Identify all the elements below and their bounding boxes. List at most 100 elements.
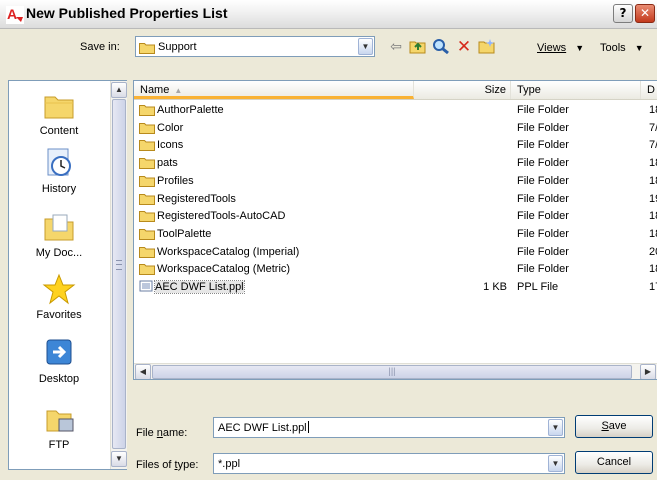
chevron-down-icon[interactable]: ▼: [358, 38, 373, 55]
file-row[interactable]: AuthorPalette File Folder 18: [134, 102, 657, 119]
file-date: 7/: [649, 121, 657, 134]
file-row[interactable]: Profiles File Folder 18: [134, 173, 657, 190]
file-size: 1 KB: [483, 281, 507, 293]
place-history[interactable]: History: [9, 147, 109, 195]
save-button[interactable]: Save: [575, 415, 653, 438]
file-date: 18: [649, 263, 657, 276]
scroll-right-icon[interactable]: ▶: [640, 364, 656, 379]
horizontal-scrollbar[interactable]: ◀ ||| ▶: [134, 363, 657, 379]
file-row[interactable]: WorkspaceCatalog (Imperial) File Folder 20: [134, 244, 657, 261]
favorites-star-icon: [42, 273, 76, 305]
file-date: 7/: [649, 139, 657, 152]
file-type: File Folder: [517, 104, 569, 116]
file-date: 18: [649, 104, 657, 116]
file-type-dropdown[interactable]: *.ppl ▼: [213, 453, 565, 474]
file-row[interactable]: pats File Folder 18: [134, 155, 657, 172]
file-type: File Folder: [517, 139, 569, 152]
file-type: PPL File: [517, 281, 559, 293]
file-type: File Folder: [517, 157, 569, 170]
file-row[interactable]: Color File Folder 7/: [134, 120, 657, 137]
folder-icon: [139, 43, 155, 54]
tools-menu[interactable]: Tools ▼: [600, 42, 644, 54]
file-date: 19: [649, 192, 657, 205]
file-type: File Folder: [517, 192, 569, 205]
file-type-label: Files of type:: [136, 459, 199, 471]
search-web-icon[interactable]: [431, 38, 451, 56]
file-row[interactable]: AEC DWF List.ppl 1 KB PPL File 17: [134, 279, 657, 296]
cancel-button[interactable]: Cancel: [575, 451, 653, 474]
file-type: File Folder: [517, 263, 569, 276]
delete-icon[interactable]: ✕: [454, 38, 474, 56]
column-header-date[interactable]: D: [641, 81, 657, 99]
chevron-down-icon[interactable]: ▼: [548, 419, 563, 436]
place-label: My Doc...: [35, 247, 83, 259]
file-row[interactable]: RegisteredTools-AutoCAD File Folder 18: [134, 208, 657, 225]
save-dialog: A New Published Properties List ? ✕ Save…: [0, 0, 657, 480]
file-name: WorkspaceCatalog (Imperial): [157, 245, 300, 258]
file-name-label: File name:: [136, 427, 188, 439]
sort-ascending-icon: ▲: [174, 86, 183, 95]
file-date: 20: [649, 245, 657, 258]
file-row[interactable]: RegisteredTools File Folder 19: [134, 191, 657, 208]
place-my-documents[interactable]: My Doc...: [9, 211, 109, 259]
new-folder-icon[interactable]: [477, 38, 497, 56]
file-date: 18: [649, 157, 657, 170]
file-type: File Folder: [517, 174, 569, 187]
places-bar: Content History My Doc... Favorites Desk…: [8, 80, 127, 470]
column-header-size[interactable]: Size: [414, 81, 511, 99]
window-title: New Published Properties List: [26, 5, 228, 21]
column-header-name[interactable]: Name ▲: [134, 81, 414, 99]
my-documents-icon: [44, 214, 74, 241]
scroll-left-icon[interactable]: ◀: [135, 364, 151, 379]
file-name-value: AEC DWF List.ppl: [218, 422, 307, 434]
back-arrow-icon[interactable]: ⇦: [386, 38, 406, 56]
place-label: FTP: [48, 439, 70, 451]
ftp-icon: [46, 410, 74, 432]
place-favorites[interactable]: Favorites: [9, 273, 109, 321]
places-scrollbar[interactable]: ▲ ▼: [110, 81, 127, 469]
save-in-label: Save in:: [80, 41, 120, 53]
file-type: File Folder: [517, 245, 569, 258]
chevron-down-icon[interactable]: ▼: [548, 455, 563, 472]
scrollbar-thumb[interactable]: [112, 99, 126, 449]
help-button[interactable]: ?: [613, 4, 633, 23]
file-name: ToolPalette: [157, 227, 212, 240]
file-row[interactable]: Icons File Folder 7/: [134, 137, 657, 154]
views-menu[interactable]: Views ▼: [537, 42, 584, 54]
close-button[interactable]: ✕: [635, 4, 655, 23]
scroll-down-icon[interactable]: ▼: [111, 451, 127, 467]
save-in-value: Support: [158, 41, 197, 53]
file-date: 17: [649, 281, 657, 293]
scrollbar-thumb[interactable]: |||: [152, 365, 632, 379]
file-date: 18: [649, 210, 657, 223]
history-icon: [47, 148, 71, 176]
file-date: 18: [649, 227, 657, 240]
file-name: pats: [157, 157, 178, 170]
autocad-app-icon: A: [6, 6, 24, 24]
file-name: WorkspaceCatalog (Metric): [157, 263, 291, 276]
file-date: 18: [649, 174, 657, 187]
ppl-file-icon: [139, 279, 153, 299]
desktop-icon: [46, 339, 72, 365]
file-type: File Folder: [517, 121, 569, 134]
place-ftp[interactable]: FTP: [9, 403, 109, 451]
file-type-value: *.ppl: [218, 458, 241, 470]
content-folder-icon: [44, 96, 74, 119]
scroll-up-icon[interactable]: ▲: [111, 82, 127, 98]
place-desktop[interactable]: Desktop: [9, 337, 109, 385]
column-header-type[interactable]: Type: [511, 81, 641, 99]
file-name: RegisteredTools: [157, 192, 236, 205]
file-name-field[interactable]: AEC DWF List.ppl ▼: [213, 417, 565, 438]
svg-text:A: A: [7, 6, 17, 22]
file-name: Color: [157, 121, 184, 134]
place-label: History: [41, 183, 77, 195]
save-in-dropdown[interactable]: Support ▼: [135, 36, 375, 57]
title-bar[interactable]: A New Published Properties List ? ✕: [0, 0, 657, 29]
place-label: Content: [39, 125, 79, 137]
file-name: AEC DWF List.ppl: [154, 280, 245, 294]
file-row[interactable]: WorkspaceCatalog (Metric) File Folder 18: [134, 261, 657, 278]
column-headers: Name ▲ Size Type D: [134, 81, 657, 100]
up-folder-icon[interactable]: [408, 38, 428, 56]
place-content[interactable]: Content: [9, 89, 109, 137]
file-row[interactable]: ToolPalette File Folder 18: [134, 226, 657, 243]
